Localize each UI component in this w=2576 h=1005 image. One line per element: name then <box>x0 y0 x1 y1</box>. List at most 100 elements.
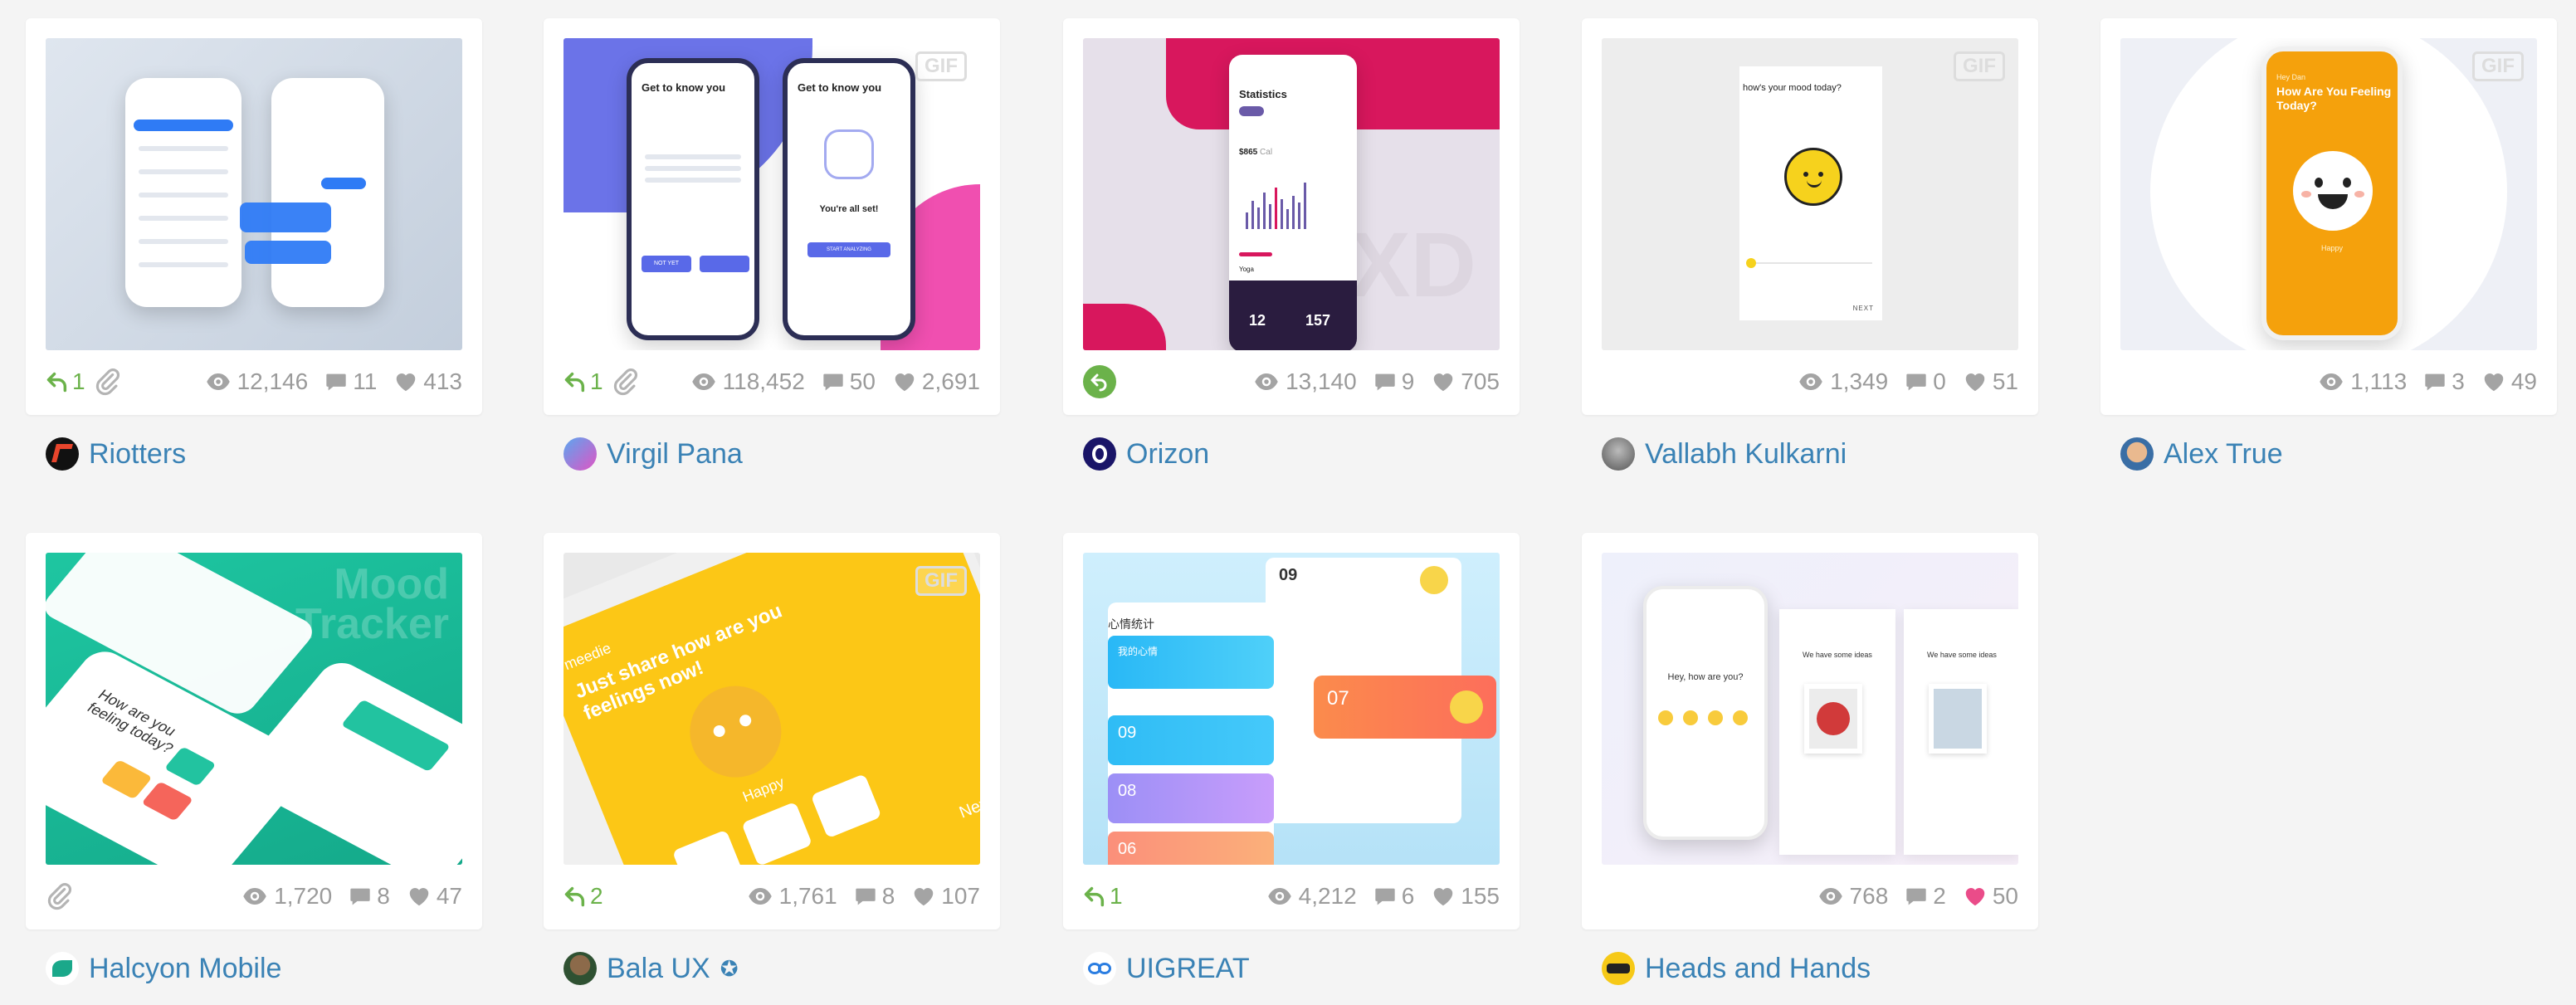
shot-card: 1 12,146 11 413 <box>26 18 482 415</box>
comments-stat[interactable]: 6 <box>1373 883 1414 910</box>
shot-card: Mood Tracker How are you feeling today? … <box>26 533 482 929</box>
likes-stat[interactable]: 705 <box>1431 368 1500 395</box>
rebound-count[interactable]: 2 <box>564 883 603 910</box>
rebound-button[interactable] <box>1083 365 1116 398</box>
author-link[interactable]: Riotters <box>46 437 186 471</box>
shots-grid: 1 12,146 11 413 Riotters Get to know you… <box>0 0 2576 1005</box>
author-link[interactable]: Bala UX ✪ <box>564 952 739 985</box>
author-name[interactable]: Alex True <box>2164 438 2283 471</box>
author-link[interactable]: Orizon <box>1083 437 1209 471</box>
comments-stat[interactable]: 0 <box>1905 368 1946 395</box>
shot-card: 09 07 心情统计 我的心情 09 08 06 1 4,212 6 155 <box>1063 533 1520 929</box>
shot-thumbnail[interactable]: Hey Dan How Are You Feeling Today? Happy… <box>2120 38 2537 350</box>
comments-stat[interactable]: 2 <box>1905 883 1946 910</box>
rebound-count[interactable]: 1 <box>564 368 603 395</box>
author-name[interactable]: UIGREAT <box>1126 953 1250 985</box>
comments-stat[interactable]: 3 <box>2423 368 2465 395</box>
comments-stat[interactable]: 11 <box>324 368 377 395</box>
author-link[interactable]: Vallabh Kulkarni <box>1602 437 1847 471</box>
author-link[interactable]: Alex True <box>2120 437 2283 471</box>
avatar[interactable] <box>1083 952 1116 985</box>
heart-icon[interactable] <box>407 884 432 909</box>
author-name[interactable]: Bala UX <box>607 953 710 985</box>
shot-thumbnail[interactable]: how's your mood today? NEXT GIF <box>1602 38 2018 350</box>
shot-thumbnail[interactable]: 09 07 心情统计 我的心情 09 08 06 <box>1083 553 1500 865</box>
comment-bubble-icon <box>324 370 348 393</box>
shot-thumbnail[interactable]: Mood Tracker How are you feeling today? <box>46 553 462 865</box>
avatar[interactable] <box>46 952 79 985</box>
comments-stat[interactable]: 8 <box>349 883 390 910</box>
author-name[interactable]: Heads and Hands <box>1645 953 1871 985</box>
heart-icon[interactable] <box>2481 369 2506 394</box>
avatar[interactable] <box>2120 437 2154 471</box>
likes-stat[interactable]: 47 <box>407 883 462 910</box>
gif-badge: GIF <box>915 51 967 81</box>
author-name[interactable]: Vallabh Kulkarni <box>1645 438 1847 471</box>
eye-icon <box>1797 369 1825 394</box>
author-link[interactable]: Heads and Hands <box>1602 952 1871 985</box>
avatar[interactable] <box>46 437 79 471</box>
author-name[interactable]: Orizon <box>1126 438 1209 471</box>
eye-icon <box>690 369 718 394</box>
likes-stat[interactable]: 155 <box>1431 883 1500 910</box>
shot-thumbnail[interactable]: Hey, how are you? We have some ideas We … <box>1602 553 2018 865</box>
author-name[interactable]: Virgil Pana <box>607 438 743 471</box>
shot-thumbnail[interactable]: Get to know you NOT YET Get to know you … <box>564 38 980 350</box>
author-link[interactable]: Halcyon Mobile <box>46 952 281 985</box>
gif-badge: GIF <box>1954 51 2005 81</box>
heart-icon[interactable] <box>1431 884 1456 909</box>
likes-stat[interactable]: 50 <box>1963 883 2018 910</box>
heart-icon[interactable] <box>892 369 917 394</box>
views-stat: 4,212 <box>1266 883 1357 910</box>
heart-icon[interactable] <box>1963 884 1988 909</box>
author-link[interactable]: UIGREAT <box>1083 952 1250 985</box>
rebound-count[interactable]: 1 <box>1083 883 1123 910</box>
views-stat: 13,140 <box>1252 368 1357 395</box>
paperclip-icon[interactable] <box>612 368 640 396</box>
avatar[interactable] <box>1602 437 1635 471</box>
shot-card: Hey Dan How Are You Feeling Today? Happy… <box>2100 18 2557 415</box>
views-stat: 768 <box>1817 883 1888 910</box>
gif-badge: GIF <box>915 566 967 596</box>
rebound-arrow-icon <box>46 370 69 393</box>
shot-thumbnail[interactable]: meedie Just share how are you feelings n… <box>564 553 980 865</box>
comment-bubble-icon <box>822 370 845 393</box>
likes-stat[interactable]: 51 <box>1963 368 2018 395</box>
avatar[interactable] <box>1083 437 1116 471</box>
likes-stat[interactable]: 413 <box>393 368 462 395</box>
comment-bubble-icon <box>1905 885 1928 908</box>
paperclip-icon[interactable] <box>94 368 122 396</box>
avatar[interactable] <box>564 952 597 985</box>
shot-thumbnail[interactable]: XD Statistics $865 Cal Yoga 12 157 <box>1083 38 1500 350</box>
author-link[interactable]: Virgil Pana <box>564 437 743 471</box>
likes-stat[interactable]: 49 <box>2481 368 2537 395</box>
avatar[interactable] <box>564 437 597 471</box>
author-name[interactable]: Riotters <box>89 438 186 471</box>
avatar[interactable] <box>1602 952 1635 985</box>
shot-thumbnail[interactable] <box>46 38 462 350</box>
shot-card: Hey, how are you? We have some ideas We … <box>1582 533 2038 929</box>
author-name[interactable]: Halcyon Mobile <box>89 953 281 985</box>
heart-icon[interactable] <box>1431 369 1456 394</box>
eye-icon <box>2317 369 2345 394</box>
rebound-arrow-icon <box>564 885 587 908</box>
comments-stat[interactable]: 50 <box>822 368 876 395</box>
comments-stat[interactable]: 9 <box>1373 368 1414 395</box>
views-stat: 1,113 <box>2317 368 2407 395</box>
pro-badge-icon: ✪ <box>720 955 739 981</box>
paperclip-icon[interactable] <box>46 882 74 910</box>
heart-icon[interactable] <box>1963 369 1988 394</box>
comments-stat[interactable]: 8 <box>854 883 895 910</box>
rebound-arrow-icon <box>1090 373 1107 392</box>
likes-stat[interactable]: 2,691 <box>892 368 980 395</box>
rebound-count[interactable]: 1 <box>46 368 85 395</box>
heart-icon[interactable] <box>911 884 936 909</box>
heart-icon[interactable] <box>393 369 418 394</box>
views-stat: 1,761 <box>746 883 837 910</box>
comment-bubble-icon <box>1373 885 1397 908</box>
likes-stat[interactable]: 107 <box>911 883 980 910</box>
comment-bubble-icon <box>1905 370 1928 393</box>
eye-icon <box>241 884 269 909</box>
views-stat: 118,452 <box>690 368 805 395</box>
shot-card: Get to know you NOT YET Get to know you … <box>544 18 1000 415</box>
